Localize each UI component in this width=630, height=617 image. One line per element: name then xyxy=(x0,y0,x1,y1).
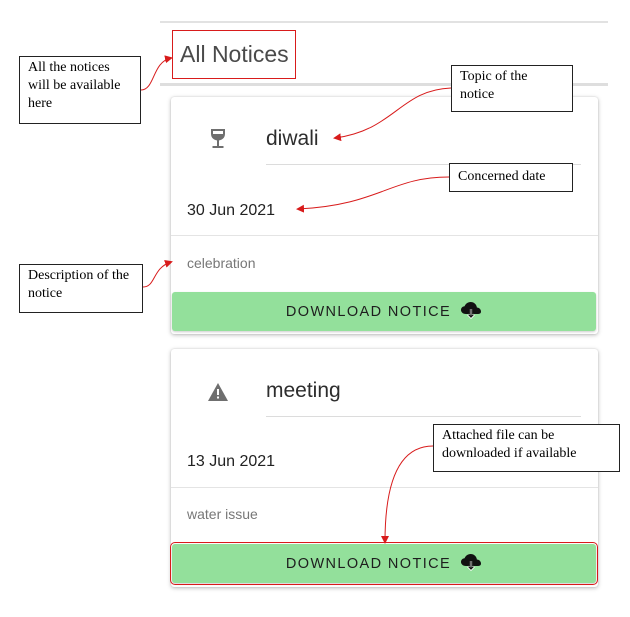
top-divider xyxy=(160,21,608,23)
download-notice-label: DOWNLOAD NOTICE xyxy=(285,555,452,572)
notice-card: diwali 30 Jun 2021 celebration DOWNLOAD … xyxy=(171,97,598,334)
cloud-download-icon xyxy=(460,301,482,323)
annotation-date: Concerned date xyxy=(449,163,573,192)
annotation-attachment: Attached file can be downloaded if avail… xyxy=(433,424,620,472)
notice-description: celebration xyxy=(187,255,256,271)
date-divider xyxy=(171,487,598,488)
notice-description: water issue xyxy=(187,506,258,522)
annotation-description: Description of the notice xyxy=(19,264,143,313)
download-notice-label: DOWNLOAD NOTICE xyxy=(285,303,452,320)
cloud-download-icon xyxy=(460,553,482,575)
notice-topic: meeting xyxy=(266,379,341,402)
download-notice-button[interactable]: DOWNLOAD NOTICE xyxy=(172,292,596,331)
notice-date: 13 Jun 2021 xyxy=(187,453,276,470)
annotation-all-notices: All the notices will be available here xyxy=(19,56,141,124)
page-title: All Notices xyxy=(180,41,289,67)
notice-date: 30 Jun 2021 xyxy=(187,202,276,219)
wine-glass-icon xyxy=(207,128,229,150)
topic-divider xyxy=(266,416,581,417)
download-notice-button[interactable]: DOWNLOAD NOTICE xyxy=(170,542,598,585)
page-title-highlight: All Notices xyxy=(172,30,296,79)
annotation-topic: Topic of the notice xyxy=(451,65,573,112)
date-divider xyxy=(171,235,598,236)
warning-icon xyxy=(207,381,229,403)
notice-topic: diwali xyxy=(266,127,319,150)
